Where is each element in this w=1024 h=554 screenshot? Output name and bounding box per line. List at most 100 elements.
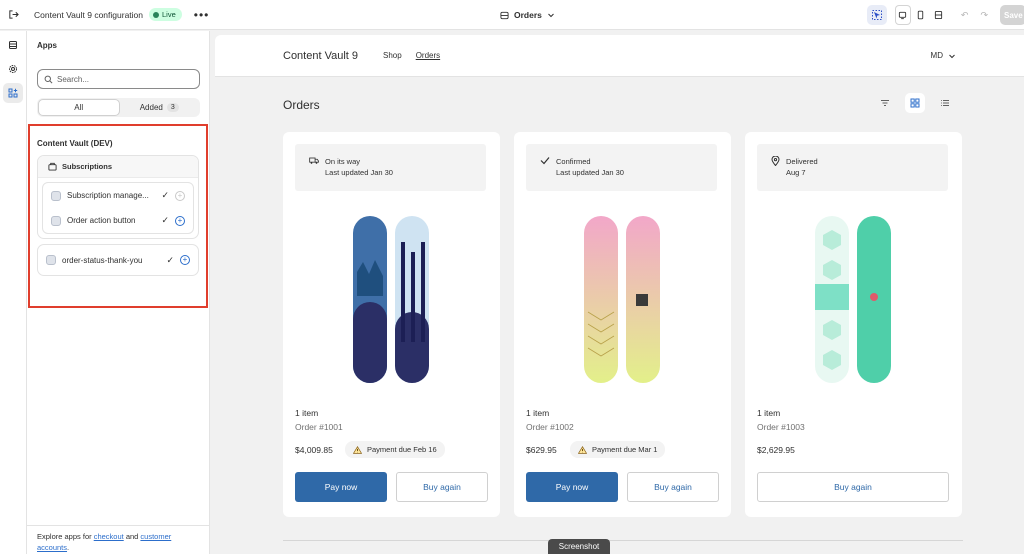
status-label: Confirmed: [556, 157, 591, 166]
filter-icon: [881, 100, 889, 106]
more-actions-button[interactable]: •••: [194, 8, 210, 22]
list-view-button[interactable]: [935, 93, 955, 113]
editor-title: Content Vault 9 configuration: [34, 9, 143, 20]
apps-button[interactable]: [3, 83, 23, 103]
gear-icon: [9, 65, 17, 73]
search-input[interactable]: [57, 74, 187, 84]
highlight-box: [28, 124, 208, 308]
status-updated: Last updated Jan 30: [556, 168, 624, 177]
payment-due-badge: Payment due Mar 1: [570, 441, 666, 458]
list-icon: [941, 100, 949, 106]
tab-added[interactable]: Added 3: [120, 99, 200, 116]
footer-mid: and: [123, 532, 141, 541]
payment-due-text: Payment due Mar 1: [592, 445, 658, 454]
page-selector-label: Orders: [514, 10, 542, 20]
warning-icon: [353, 445, 362, 454]
nav-orders-link[interactable]: Orders: [416, 51, 440, 60]
sections-icon: [9, 41, 17, 49]
mobile-icon: [918, 10, 924, 20]
sections-button[interactable]: [3, 35, 23, 55]
store-preview: Content Vault 9 Shop Orders MD Orders On…: [215, 35, 1024, 554]
location-pin-icon: [771, 156, 780, 166]
order-status: Delivered Aug 7: [757, 144, 948, 191]
product-image: [584, 216, 660, 383]
search-field[interactable]: [37, 69, 200, 89]
page-icon: [500, 11, 509, 19]
top-bar: Content Vault 9 configuration Live ••• O…: [0, 0, 1024, 30]
order-total: $4,009.85: [295, 445, 333, 455]
product-image: [815, 216, 891, 383]
view-tools: [875, 93, 955, 113]
status-label: On its way: [325, 157, 361, 166]
chevron-down-icon: [949, 54, 955, 58]
exit-icon: [8, 10, 19, 19]
redo-icon[interactable]: ↷: [980, 10, 988, 21]
buy-again-button[interactable]: Buy again: [757, 472, 949, 502]
sidebar-title: Apps: [37, 41, 57, 50]
mobile-view-button[interactable]: [913, 5, 929, 25]
pay-now-button[interactable]: Pay now: [526, 472, 618, 502]
item-count: 1 item: [295, 408, 319, 418]
nav-shop-link[interactable]: Shop: [383, 51, 402, 60]
payment-due-badge: Payment due Feb 16: [345, 441, 445, 458]
footer-prefix: Explore apps for: [37, 532, 94, 541]
footer-suffix: .: [67, 543, 70, 552]
order-total: $629.95: [526, 445, 557, 455]
icon-rail: [0, 31, 27, 554]
buy-again-button[interactable]: Buy again: [627, 472, 719, 502]
tab-all-label: All: [74, 103, 84, 112]
status-text: Delivered Aug 7: [786, 156, 818, 191]
pay-now-button[interactable]: Pay now: [295, 472, 387, 502]
check-icon: [540, 157, 550, 165]
page-title: Orders: [283, 98, 320, 112]
account-menu[interactable]: MD: [931, 51, 956, 60]
store-header: Content Vault 9 Shop Orders MD: [215, 35, 1024, 77]
device-switcher: [894, 5, 947, 25]
product-image: [353, 216, 429, 383]
save-button[interactable]: Save: [1000, 5, 1024, 25]
page-selector[interactable]: Orders: [500, 0, 555, 30]
grid-view-button[interactable]: [905, 93, 925, 113]
added-count-badge: 3: [166, 103, 179, 112]
filter-tabs: All Added 3: [37, 98, 200, 117]
live-dot-icon: [153, 11, 159, 18]
apps-icon: [8, 88, 18, 98]
settings-button[interactable]: [3, 59, 23, 79]
status-updated: Aug 7: [786, 168, 806, 177]
order-number: Order #1003: [757, 422, 805, 432]
order-status: Confirmed Last updated Jan 30: [526, 144, 717, 191]
status-badge: Live: [149, 8, 182, 21]
order-card[interactable]: Confirmed Last updated Jan 30 1 item Ord…: [514, 132, 731, 517]
buy-again-button[interactable]: Buy again: [396, 472, 488, 502]
tab-added-label: Added: [139, 103, 163, 112]
screenshot-tooltip: Screenshot: [548, 539, 610, 554]
order-total: $2,629.95: [757, 445, 795, 455]
order-number: Order #1001: [295, 422, 343, 432]
search-icon: [44, 75, 53, 83]
order-number: Order #1002: [526, 422, 574, 432]
order-card[interactable]: On its way Last updated Jan 30 1 item Or…: [283, 132, 500, 517]
desktop-view-button[interactable]: [894, 5, 911, 25]
chevron-down-icon: [548, 13, 554, 18]
store-nav: Shop Orders: [383, 51, 440, 60]
payment-due-text: Payment due Feb 16: [367, 445, 437, 454]
toolbar-right: ↶ ↷ Save: [866, 0, 1024, 30]
status-badge-label: Live: [162, 10, 176, 19]
cursor-select-icon: [871, 10, 882, 20]
inspector-button[interactable]: [866, 5, 887, 25]
order-status: On its way Last updated Jan 30: [295, 144, 486, 191]
exit-button[interactable]: [0, 0, 26, 30]
item-count: 1 item: [757, 408, 781, 418]
order-card[interactable]: Delivered Aug 7 1 item Order #1003 $2,62…: [745, 132, 962, 517]
fullscreen-view-button[interactable]: [931, 5, 947, 25]
checkout-link[interactable]: checkout: [94, 532, 124, 541]
account-initials: MD: [930, 51, 943, 60]
status-text: On its way Last updated Jan 30: [325, 156, 393, 191]
desktop-icon: [899, 11, 907, 19]
sidebar-footer: Explore apps for checkout and customer a…: [27, 525, 210, 554]
store-name[interactable]: Content Vault 9: [283, 50, 358, 62]
tab-all[interactable]: All: [38, 99, 120, 116]
filter-button[interactable]: [875, 93, 895, 113]
grid-icon: [910, 98, 920, 108]
undo-icon[interactable]: ↶: [961, 10, 969, 21]
